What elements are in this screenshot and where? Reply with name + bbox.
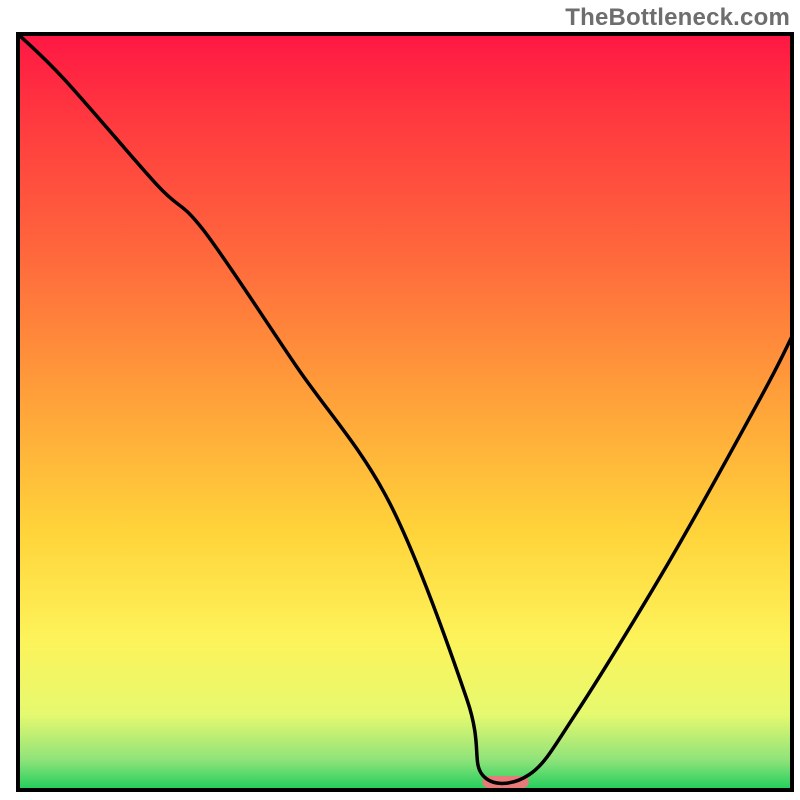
chart-background bbox=[18, 34, 792, 790]
chart-stage: TheBottleneck.com bbox=[0, 0, 800, 800]
bottleneck-chart bbox=[0, 0, 800, 800]
